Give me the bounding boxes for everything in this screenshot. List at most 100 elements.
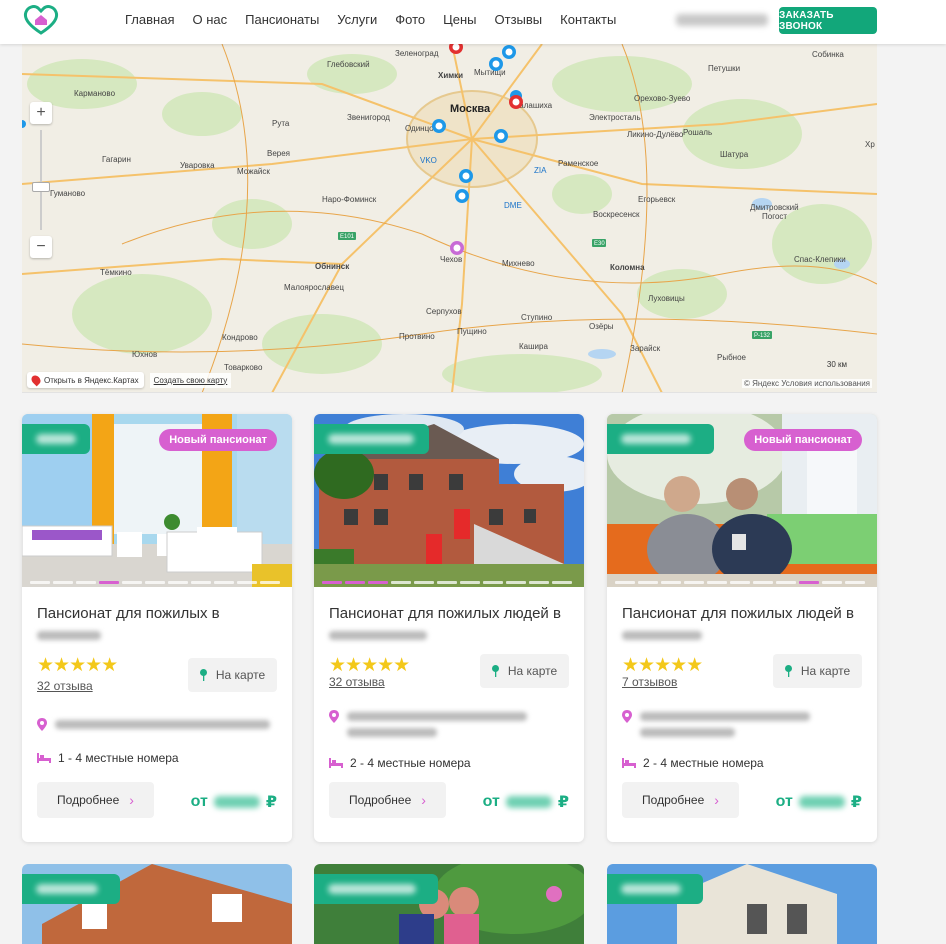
price: от ₽	[191, 792, 277, 812]
map-footer: Открыть в Яндекс.Картах Создать свою кар…	[27, 372, 232, 388]
pension-card[interactable]: Новый пансионат Пансионат для пожилых лю…	[607, 414, 877, 842]
svg-text:Михнево: Михнево	[502, 259, 535, 268]
map-copyright[interactable]: © Яндекс Условия использования	[741, 379, 872, 388]
reviews-link[interactable]: 32 отзыва	[37, 679, 93, 693]
details-button[interactable]: Подробнее ›	[622, 782, 739, 818]
show-on-map-button[interactable]: На карте	[773, 654, 862, 688]
nav-home[interactable]: Главная	[125, 12, 174, 27]
address	[37, 718, 270, 731]
svg-text:Собинка: Собинка	[812, 50, 844, 59]
address	[329, 710, 527, 737]
zoom-slider-handle[interactable]	[32, 182, 50, 192]
card-photo[interactable]	[314, 414, 584, 587]
details-label: Подробнее	[57, 793, 120, 807]
show-on-map-label: На карте	[215, 668, 266, 682]
svg-text:Луховицы: Луховицы	[648, 294, 685, 303]
svg-text:Наро-Фоминск: Наро-Фоминск	[322, 195, 377, 204]
photo-slider-dots[interactable]	[30, 581, 280, 584]
address	[622, 710, 810, 737]
pension-card[interactable]: Пансионат для пожилых людей в ★★★★★ 32 о…	[314, 414, 584, 842]
svg-text:Кондрово: Кондрово	[222, 333, 258, 342]
card-title[interactable]: Пансионат для пожилых людей в	[622, 603, 867, 645]
svg-text:Дмитровский: Дмитровский	[750, 203, 799, 212]
bed-icon	[37, 753, 51, 763]
card-photo[interactable]: Новый пансионат	[607, 414, 877, 587]
zoom-out-button[interactable]: −	[30, 236, 52, 258]
svg-text:Орехово-Зуево: Орехово-Зуево	[634, 94, 691, 103]
map-pin-icon	[199, 669, 207, 681]
nav-pensions[interactable]: Пансионаты	[245, 12, 319, 27]
details-button[interactable]: Подробнее ›	[329, 782, 446, 818]
svg-text:Шатура: Шатура	[720, 150, 749, 159]
pension-name-badge	[314, 424, 429, 454]
nav-prices[interactable]: Цены	[443, 12, 476, 27]
details-label: Подробнее	[642, 793, 705, 807]
zoom-slider-track[interactable]	[40, 130, 42, 230]
svg-text:Озёры: Озёры	[589, 322, 614, 331]
card-photo[interactable]: Новый пансионат	[22, 414, 292, 587]
card-title-text: Пансионат для пожилых людей в	[329, 605, 561, 622]
svg-text:Зеленоград: Зеленоград	[395, 49, 439, 58]
svg-text:Уваровка: Уваровка	[180, 161, 215, 170]
logo-heart-house-icon[interactable]	[23, 4, 59, 36]
svg-text:Протвино: Протвино	[399, 332, 435, 341]
city-blurred	[37, 630, 101, 640]
room-info: 2 - 4 местные номера	[622, 756, 764, 770]
pension-card-partial[interactable]	[314, 864, 584, 944]
phone-number-blurred[interactable]	[676, 14, 768, 26]
bed-icon	[622, 758, 636, 768]
room-info-text: 2 - 4 местные номера	[643, 756, 764, 770]
price-prefix: от	[190, 793, 208, 810]
svg-text:Верея: Верея	[267, 149, 290, 158]
open-in-yandex-button[interactable]: Открыть в Яндекс.Картах	[27, 372, 144, 388]
pension-card[interactable]: Новый пансионат Пансионат для пожилых в …	[22, 414, 292, 842]
location-icon	[329, 710, 339, 723]
price: от ₽	[776, 792, 862, 812]
site-header: Главная О нас Пансионаты Услуги Фото Цен…	[0, 0, 946, 44]
call-request-button[interactable]: ЗАКАЗАТЬ ЗВОНОК	[779, 7, 877, 34]
svg-text:E30: E30	[594, 241, 605, 247]
nav-services[interactable]: Услуги	[337, 12, 377, 27]
show-on-map-button[interactable]: На карте	[480, 654, 569, 688]
svg-text:Серпухов: Серпухов	[426, 307, 462, 316]
price: от ₽	[483, 792, 569, 812]
reviews-link[interactable]: 7 отзывов	[622, 675, 677, 689]
price-prefix: от	[775, 793, 793, 810]
svg-text:Зарайск: Зарайск	[630, 344, 661, 353]
map-pin-icon	[784, 665, 792, 677]
photo-slider-dots[interactable]	[322, 581, 572, 584]
photo-slider-dots[interactable]	[615, 581, 865, 584]
nav-contacts[interactable]: Контакты	[560, 12, 616, 27]
card-title-text: Пансионат для пожилых людей в	[622, 605, 854, 622]
city-blurred	[622, 630, 702, 640]
new-pension-badge: Новый пансионат	[159, 429, 277, 451]
yandex-map[interactable]: Зеленоград Химки Мытищи Балашиха Москва Од…	[22, 44, 877, 393]
pension-card-partial[interactable]	[22, 864, 292, 944]
svg-text:Коломна: Коломна	[610, 263, 645, 272]
open-in-yandex-label: Открыть в Яндекс.Картах	[44, 375, 139, 385]
pension-name-badge	[22, 424, 90, 454]
address-blurred	[55, 720, 270, 729]
map-scale: 30 км	[826, 360, 847, 369]
svg-text:E101: E101	[340, 234, 355, 240]
zoom-in-button[interactable]: +	[30, 102, 52, 124]
show-on-map-button[interactable]: На карте	[188, 658, 277, 692]
room-info: 2 - 4 местные номера	[329, 756, 471, 770]
svg-text:Электросталь: Электросталь	[589, 113, 641, 122]
nav-photo[interactable]: Фото	[395, 12, 425, 27]
pension-card-partial[interactable]	[607, 864, 877, 944]
card-title[interactable]: Пансионат для пожилых людей в	[329, 603, 574, 645]
svg-text:Малоярославец: Малоярославец	[284, 283, 344, 292]
create-map-link[interactable]: Создать свою карту	[149, 372, 232, 388]
zoom-control[interactable]: + −	[30, 102, 52, 262]
price-currency: ₽	[850, 794, 862, 811]
nav-about[interactable]: О нас	[192, 12, 227, 27]
card-title[interactable]: Пансионат для пожилых в	[37, 603, 282, 645]
map-canvas: ЗеленоградХимки МытищиБалашиха Москва Од…	[22, 44, 877, 392]
reviews-link[interactable]: 32 отзыва	[329, 675, 385, 689]
details-button[interactable]: Подробнее ›	[37, 782, 154, 818]
svg-text:Можайск: Можайск	[237, 167, 270, 176]
nav-reviews[interactable]: Отзывы	[495, 12, 543, 27]
svg-text:Чехов: Чехов	[440, 255, 462, 264]
svg-text:Хр: Хр	[865, 140, 875, 149]
